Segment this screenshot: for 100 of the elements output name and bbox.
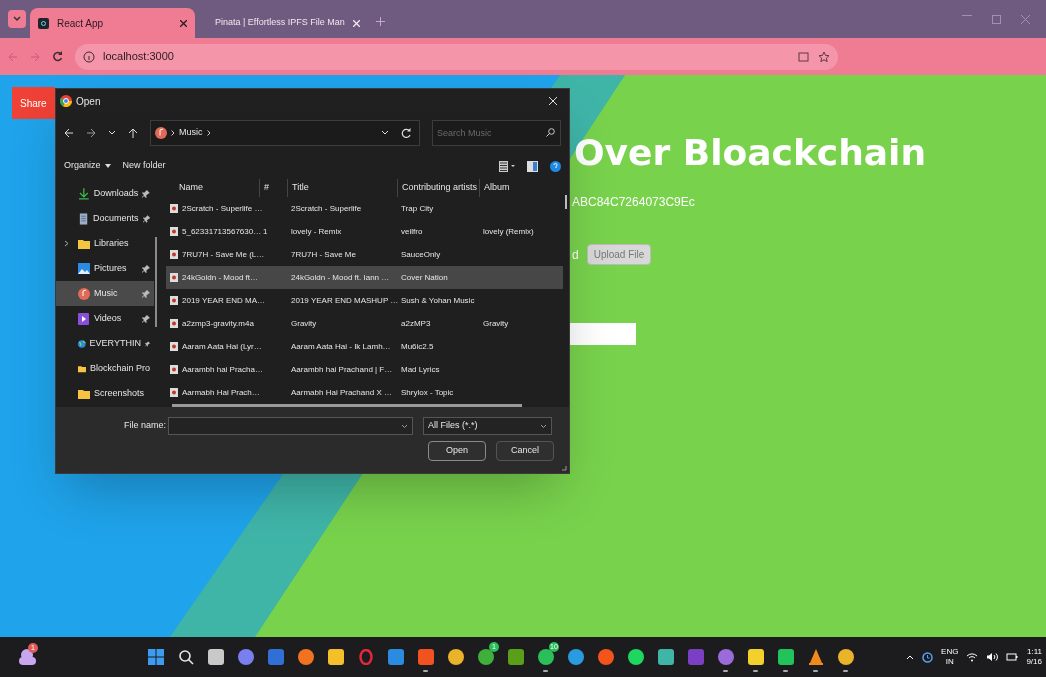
app-icon[interactable] bbox=[237, 649, 254, 665]
artist-name: Mad Lyrics bbox=[401, 364, 440, 374]
breadcrumb-bar[interactable]: Music bbox=[150, 120, 420, 146]
new-tab-icon[interactable] bbox=[376, 17, 385, 26]
music-icon bbox=[155, 127, 167, 139]
file-row[interactable]: Aarambh hai Pracha… Aarambh hai Prachand | F… Mad Lyrics bbox=[166, 358, 563, 381]
cone-icon[interactable] bbox=[807, 649, 824, 665]
chevron-down-icon[interactable] bbox=[381, 130, 389, 136]
caret-icon bbox=[104, 164, 111, 168]
share-button[interactable]: Share bbox=[12, 87, 55, 119]
track-title: 24kGoldn - Mood ft. Iann … bbox=[291, 272, 390, 282]
refresh-icon[interactable] bbox=[401, 128, 411, 138]
region-text[interactable]: IN bbox=[945, 657, 954, 667]
wifi-icon[interactable] bbox=[966, 652, 979, 662]
speaker-icon[interactable] bbox=[986, 652, 999, 662]
column-header[interactable]: # bbox=[259, 179, 287, 197]
search-icon bbox=[546, 128, 555, 137]
file-row[interactable]: Aaram Aata Hai (Lyr… Aaram Aata Hai - Ik Lamh… Mu6ic2.5 bbox=[166, 335, 563, 358]
battery-icon[interactable] bbox=[1006, 652, 1019, 662]
file-row[interactable]: 5_62331713567630… 1 lovely - Remix veilfro lovely (Remix) bbox=[166, 220, 563, 243]
column-header[interactable]: Title bbox=[287, 179, 397, 197]
app-icon[interactable] bbox=[657, 649, 674, 665]
track-title: Gravity bbox=[291, 318, 317, 328]
column-header[interactable]: Contributing artists bbox=[397, 179, 479, 197]
address-bar[interactable]: localhost:3000 bbox=[75, 43, 838, 70]
app-icon[interactable] bbox=[297, 649, 314, 665]
app-icon[interactable] bbox=[477, 649, 494, 665]
site-info-icon[interactable] bbox=[83, 50, 95, 63]
language-text[interactable]: ENG bbox=[941, 647, 959, 657]
file-row[interactable]: 2Scratch - Superlife … 2Scratch - Superlife Trap City bbox=[166, 197, 563, 220]
nav-item[interactable]: EVERYTHIN bbox=[56, 331, 154, 356]
clock-time[interactable]: 1:11 bbox=[1027, 647, 1042, 657]
file-name-field[interactable] bbox=[168, 417, 414, 435]
file-row[interactable]: a2zmp3-gravity.m4a Gravity a2zMP3 Gravity bbox=[166, 312, 563, 335]
nav-item[interactable]: Libraries bbox=[56, 231, 154, 256]
forward-icon[interactable] bbox=[86, 128, 96, 138]
file-row[interactable]: 24kGoldn - Mood ft… 24kGoldn - Mood ft. Iann … Cover Nation bbox=[166, 266, 563, 289]
close-icon[interactable] bbox=[180, 19, 187, 27]
column-header[interactable]: Name bbox=[166, 179, 259, 197]
scrollbar-thumb[interactable] bbox=[172, 404, 522, 407]
help-icon[interactable] bbox=[550, 160, 561, 172]
file-name: a2zmp3-gravity.m4a bbox=[182, 317, 254, 330]
chevron-up-icon[interactable] bbox=[906, 654, 915, 660]
text-input[interactable] bbox=[568, 323, 636, 345]
file-row[interactable]: Aarmabh Hai Prach… Aarmabh Hai Prachand X … Shrylox - Topic bbox=[166, 381, 563, 404]
column-header[interactable]: Album bbox=[479, 179, 539, 197]
file-row[interactable]: 2019 YEAR END MA… 2019 YEAR END MASHUP … Sush & Yohan Music bbox=[166, 289, 563, 312]
view-options-icon[interactable] bbox=[499, 160, 515, 172]
app-icon[interactable] bbox=[207, 649, 224, 665]
picture-icon bbox=[78, 262, 90, 275]
windows-logo-icon[interactable] bbox=[147, 649, 164, 665]
up-icon[interactable] bbox=[128, 128, 138, 138]
track-title: Aarmabh Hai Prachand X … bbox=[291, 387, 392, 397]
nav-item[interactable]: Pictures bbox=[56, 256, 154, 281]
album-name: Gravity bbox=[483, 318, 509, 328]
search-field[interactable]: Search Music bbox=[432, 120, 561, 146]
app-icon[interactable] bbox=[537, 649, 554, 665]
chevron-down-icon[interactable] bbox=[108, 130, 116, 136]
nav-item[interactable]: Screenshots bbox=[56, 381, 154, 406]
clock-icon[interactable] bbox=[922, 651, 934, 663]
share-page-icon[interactable] bbox=[798, 50, 810, 63]
weather-cloud-icon[interactable] bbox=[16, 646, 38, 668]
file-row[interactable]: 7RU7H - Save Me (L… 7RU7H - Save Me SauceOnly bbox=[166, 243, 563, 266]
preview-pane-icon[interactable] bbox=[527, 160, 538, 172]
new-folder-button[interactable]: New folder bbox=[122, 159, 166, 173]
running-indicator bbox=[753, 670, 758, 672]
app-icon[interactable] bbox=[837, 649, 854, 665]
dialog-button[interactable]: Cancel bbox=[496, 441, 554, 461]
app-icon[interactable] bbox=[387, 649, 404, 665]
organize-menu[interactable]: Organize bbox=[64, 159, 111, 173]
file-name: Aaram Aata Hai (Lyr… bbox=[182, 340, 262, 353]
star-icon[interactable] bbox=[818, 50, 830, 63]
reload-icon[interactable] bbox=[52, 51, 63, 62]
clock-date[interactable]: 9/16 bbox=[1026, 657, 1042, 667]
dialog-button[interactable]: Open bbox=[428, 441, 486, 461]
app-icon[interactable] bbox=[327, 649, 344, 665]
browser-tab[interactable]: React App bbox=[30, 8, 195, 38]
scrollbar-thumb[interactable] bbox=[155, 237, 157, 327]
nav-item[interactable]: Downloads bbox=[56, 181, 154, 206]
file-type-dropdown[interactable]: All Files (*.*) bbox=[423, 417, 553, 435]
app-icon[interactable] bbox=[447, 649, 464, 665]
app-icon[interactable] bbox=[747, 649, 764, 665]
breadcrumb-item[interactable]: Music bbox=[179, 126, 203, 140]
app-icon[interactable] bbox=[597, 649, 614, 665]
app-icon[interactable] bbox=[627, 649, 644, 665]
search-icon[interactable] bbox=[177, 649, 194, 665]
chevron-right-icon[interactable] bbox=[64, 240, 69, 247]
nav-item[interactable]: Videos bbox=[56, 306, 154, 331]
nav-item[interactable]: Blockchain Pro bbox=[56, 356, 154, 381]
browser-tab[interactable]: Pinata | Effortless IPFS File Man bbox=[199, 8, 364, 38]
app-icon[interactable] bbox=[507, 649, 524, 665]
ring-icon[interactable] bbox=[357, 649, 374, 665]
app-icon[interactable] bbox=[777, 649, 794, 665]
app-icon[interactable] bbox=[417, 649, 434, 665]
resize-grip-icon[interactable] bbox=[561, 465, 567, 471]
nav-item[interactable]: Music bbox=[56, 281, 154, 306]
nav-item[interactable]: Documents bbox=[56, 206, 154, 231]
file-icon bbox=[170, 250, 178, 259]
app-icon[interactable] bbox=[567, 649, 584, 665]
scrollbar-thumb[interactable] bbox=[565, 195, 567, 209]
